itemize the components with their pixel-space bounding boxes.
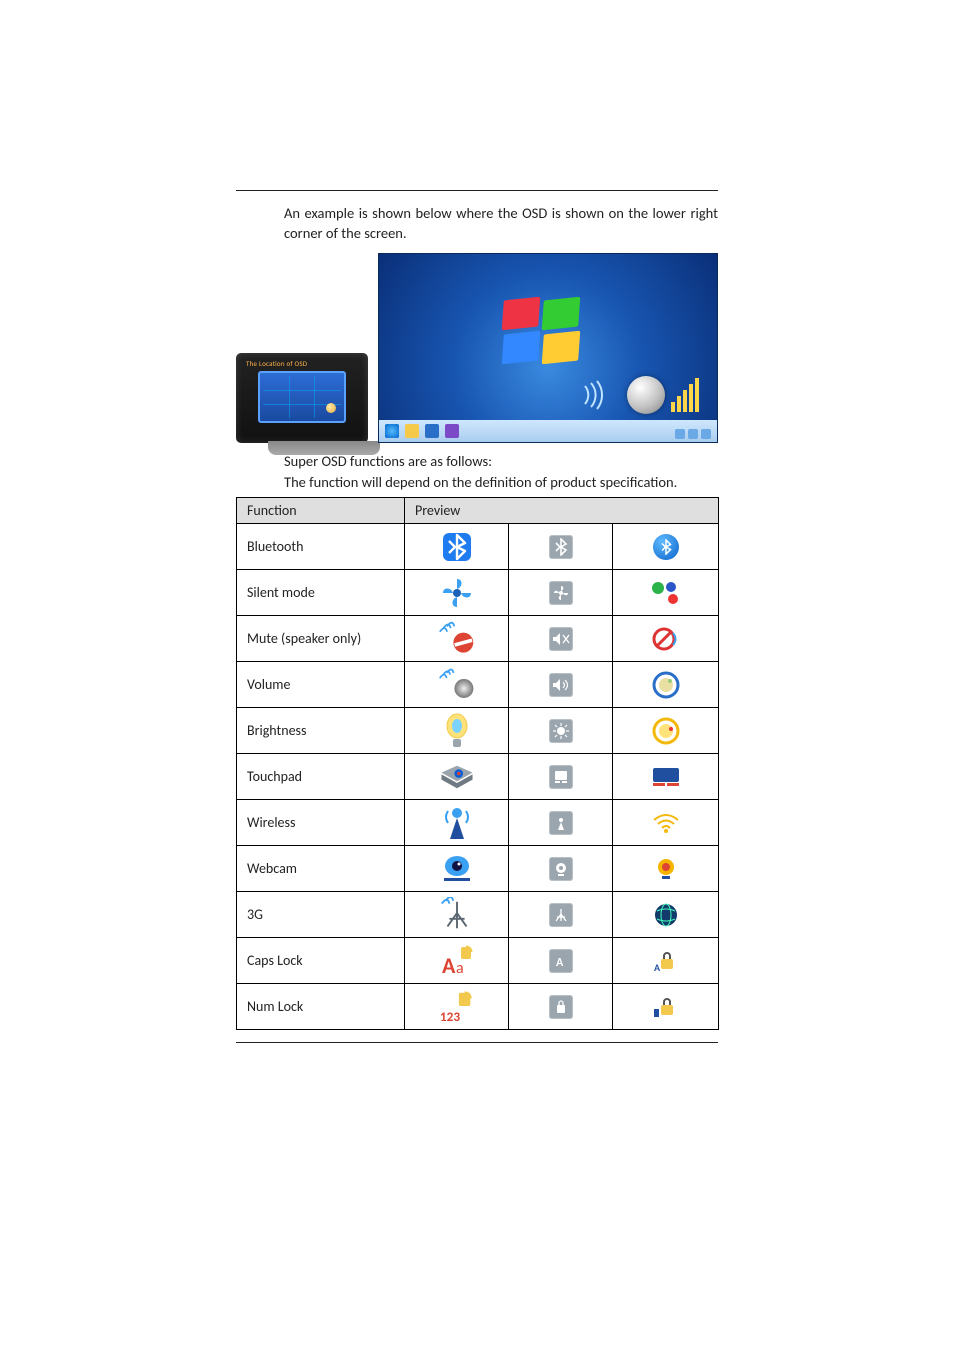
- mute-tile-icon: [549, 627, 573, 651]
- fn-label: Brightness: [237, 708, 405, 754]
- wireless-antenna-icon: [438, 804, 476, 842]
- osd-volume-overlay: [581, 376, 699, 414]
- header-function: Function: [237, 498, 405, 524]
- bluetooth-icon: [438, 528, 476, 566]
- 3g-tile-icon: [549, 903, 573, 927]
- brightness-dial-icon: [613, 708, 718, 753]
- windows-logo-icon: [503, 299, 593, 389]
- num-alt-icon: [613, 984, 718, 1029]
- volume-knob-icon: [627, 376, 665, 414]
- volume-icon: [438, 666, 476, 704]
- rule-bottom: [236, 1042, 718, 1043]
- webcam-tile-icon: [549, 857, 573, 881]
- volume-tile-icon: [549, 673, 573, 697]
- num-tile-icon: [549, 995, 573, 1019]
- taskbar-app-icon: [405, 424, 419, 438]
- silent-performance-icon: [613, 570, 718, 615]
- fn-label: Bluetooth: [237, 524, 405, 570]
- taskbar-app-icon: [425, 424, 439, 438]
- svg-text:a: a: [456, 959, 464, 978]
- osd-location-thumbnail: The Location of OSD: [236, 353, 368, 443]
- fan-mode-icon: [438, 574, 476, 612]
- volume-bars-icon: [671, 378, 699, 412]
- speaker-slash-icon: [613, 616, 718, 661]
- wifi-signal-icon: [613, 800, 718, 845]
- fn-label: Volume: [237, 662, 405, 708]
- touchpad-tile-icon: [549, 765, 573, 789]
- bluetooth-circle-icon: [653, 534, 679, 560]
- system-tray: [675, 429, 711, 439]
- webcam-alt-icon: [613, 846, 718, 891]
- brightness-tile-icon: [549, 719, 573, 743]
- desktop-screenshot: [378, 253, 718, 443]
- fn-label: Webcam: [237, 846, 405, 892]
- osd-functions-table: Function Preview Bluetooth: [236, 497, 719, 1030]
- wireless-tile-icon: [549, 811, 573, 835]
- table-row: Mute (speaker only): [237, 616, 719, 662]
- table-row: Bluetooth: [237, 524, 719, 570]
- header-preview: Preview: [405, 498, 719, 524]
- taskbar: [379, 420, 717, 442]
- bulb-icon: [438, 712, 476, 750]
- table-row: Caps Lock Aa A A: [237, 938, 719, 984]
- fn-label: Touchpad: [237, 754, 405, 800]
- svg-text:A: A: [442, 952, 456, 979]
- table-header-row: Function Preview: [237, 498, 719, 524]
- fan-tile-icon: [549, 581, 573, 605]
- spec-line: The function will depend on the definiti…: [284, 472, 718, 493]
- 3g-antenna-icon: [438, 896, 476, 934]
- caption-lines: Super OSD functions are as follows: The …: [284, 451, 718, 493]
- fn-label: Num Lock: [237, 984, 405, 1030]
- caps-tile-icon: A: [549, 949, 573, 973]
- caps-alt-icon: A: [613, 938, 718, 983]
- bluetooth-tile-icon: [549, 535, 573, 559]
- figure-row: The Location of OSD: [236, 253, 718, 443]
- globe-icon: [613, 892, 718, 937]
- touchpad-icon: [438, 758, 476, 796]
- svg-text:123: 123: [439, 1008, 459, 1025]
- table-row: Webcam: [237, 846, 719, 892]
- mute-icon: [438, 620, 476, 658]
- svg-text:A: A: [556, 956, 564, 969]
- caps-lock-icon: Aa: [438, 942, 476, 980]
- table-row: Wireless: [237, 800, 719, 846]
- fn-label: Silent mode: [237, 570, 405, 616]
- svg-text:A: A: [654, 961, 661, 973]
- taskbar-app-icon: [445, 424, 459, 438]
- osd-location-caption: The Location of OSD: [246, 359, 307, 368]
- table-row: Silent mode: [237, 570, 719, 616]
- num-lock-icon: 123: [438, 988, 476, 1026]
- laptop-graphic: [258, 371, 346, 431]
- table-row: Touchpad: [237, 754, 719, 800]
- intro-text: An example is shown below where the OSD …: [284, 204, 718, 243]
- volume-knob-small-icon: [613, 662, 718, 707]
- webcam-icon: [438, 850, 476, 888]
- rule-top: [236, 190, 718, 191]
- fn-label: Wireless: [237, 800, 405, 846]
- fn-label: Mute (speaker only): [237, 616, 405, 662]
- fn-label: Caps Lock: [237, 938, 405, 984]
- table-row: Num Lock 123: [237, 984, 719, 1030]
- content-block: An example is shown below where the OSD …: [236, 204, 718, 1030]
- touchpad-alt-icon: [613, 754, 718, 799]
- start-button-icon: [385, 424, 399, 438]
- table-row: Volume: [237, 662, 719, 708]
- fn-label: 3G: [237, 892, 405, 938]
- table-row: 3G: [237, 892, 719, 938]
- document-page: An example is shown below where the OSD …: [0, 0, 954, 1350]
- table-row: Brightness: [237, 708, 719, 754]
- sound-waves-icon: [581, 380, 621, 410]
